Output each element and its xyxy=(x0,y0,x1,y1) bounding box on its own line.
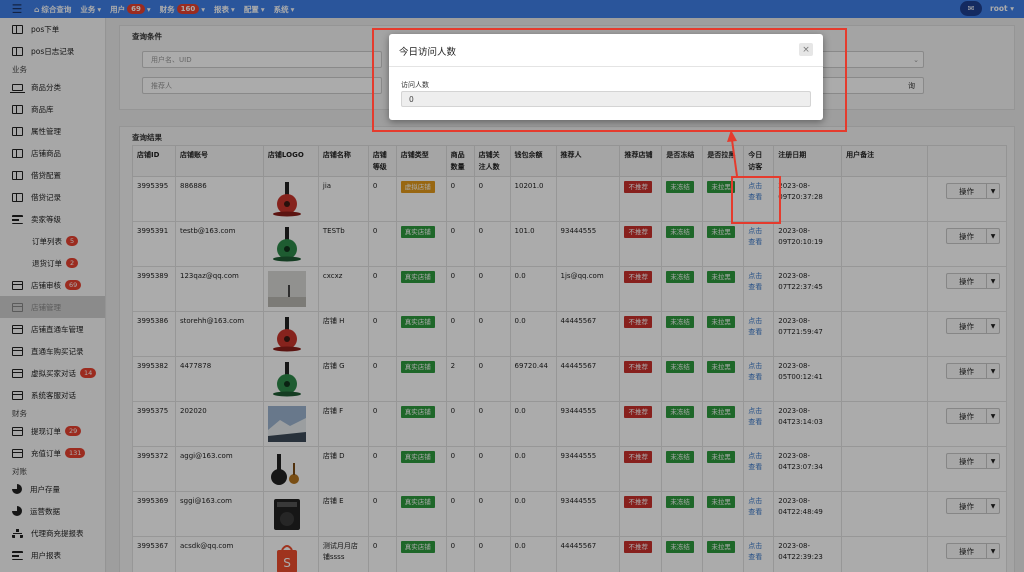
annotation-arrow-icon xyxy=(727,130,738,177)
annotation-highlight-modal xyxy=(372,28,847,132)
annotation-highlight-visitor-link xyxy=(731,176,781,224)
